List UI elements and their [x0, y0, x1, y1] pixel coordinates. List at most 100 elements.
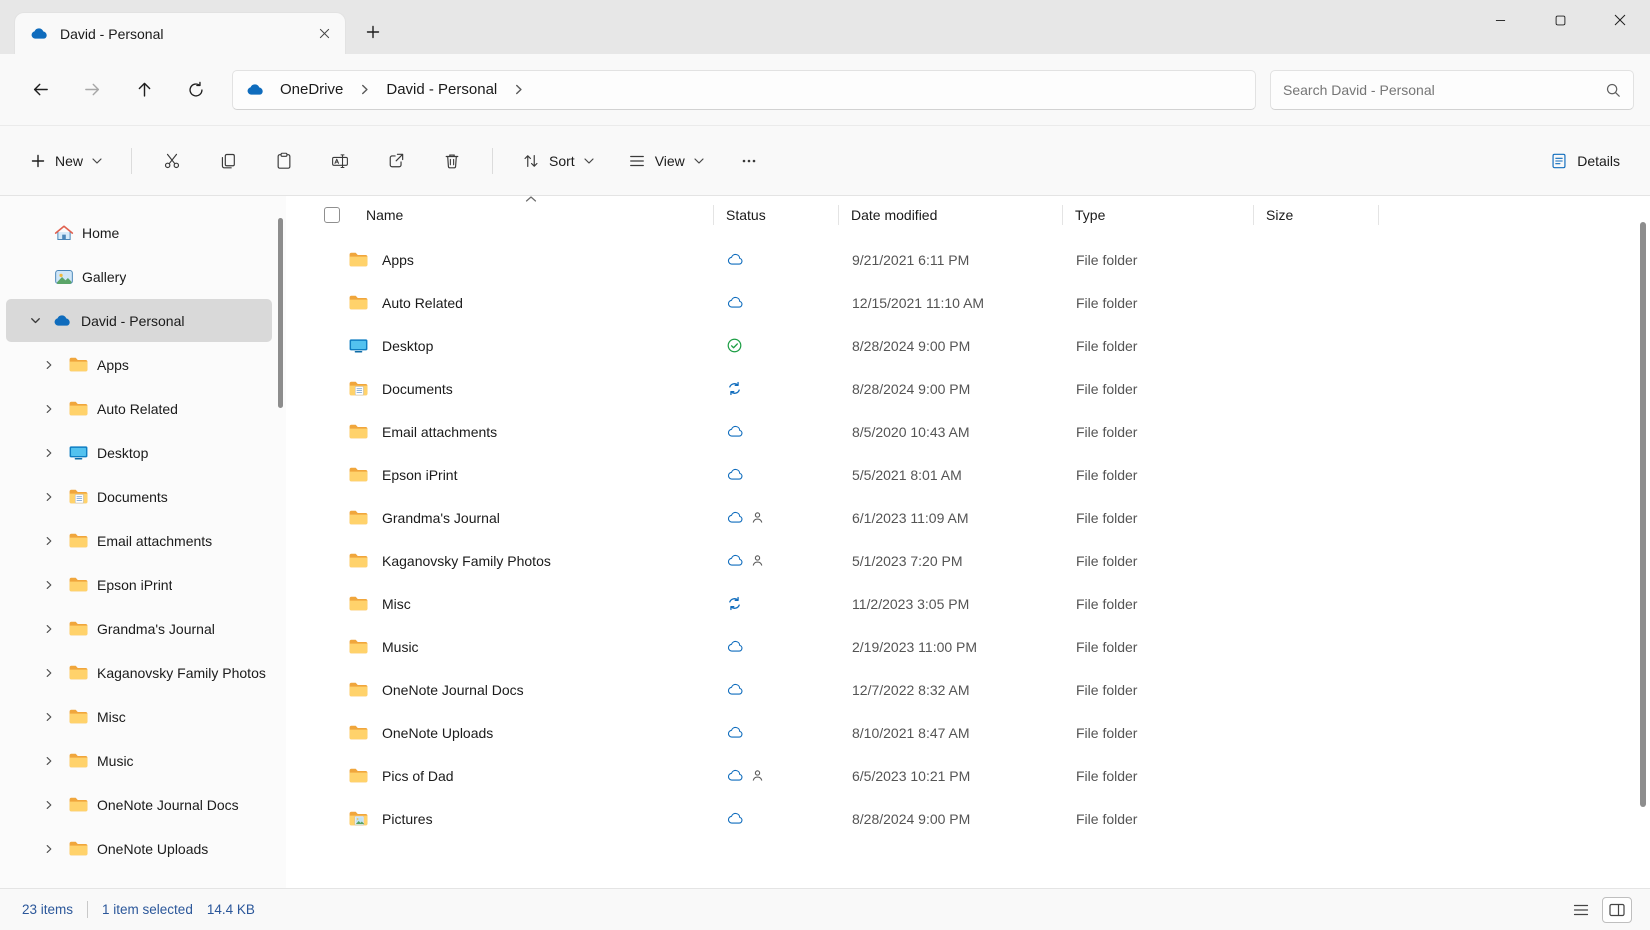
file-row-music[interactable]: Music 2/19/2023 11:00 PM File folder — [322, 625, 1650, 668]
vertical-scrollbar[interactable] — [1640, 222, 1646, 807]
up-button[interactable] — [122, 71, 166, 109]
folder-icon — [68, 356, 89, 373]
folder-icon — [348, 509, 369, 526]
folder-icon — [348, 724, 369, 741]
chevron-right-icon[interactable] — [38, 490, 60, 504]
file-row-apps[interactable]: Apps 9/21/2021 6:11 PM File folder — [322, 238, 1650, 281]
file-row-misc[interactable]: Misc 11/2/2023 3:05 PM File folder — [322, 582, 1650, 625]
file-status-cell — [714, 511, 839, 524]
sidebar-item-desktop[interactable]: Desktop — [6, 431, 272, 474]
sidebar-item-onenote-uploads[interactable]: OneNote Uploads — [6, 827, 272, 870]
file-name-cell: Music — [348, 638, 714, 655]
minimize-button[interactable] — [1470, 0, 1530, 40]
chevron-right-icon[interactable] — [38, 534, 60, 548]
chevron-right-icon[interactable] — [38, 402, 60, 416]
new-button[interactable]: New — [18, 141, 114, 181]
file-row-pics-of-dad[interactable]: Pics of Dad 6/5/2023 10:21 PM File folder — [322, 754, 1650, 797]
sidebar-item-onenote-journal-docs[interactable]: OneNote Journal Docs — [6, 783, 272, 826]
sidebar-item-email-attachments[interactable]: Email attachments — [6, 519, 272, 562]
sidebar-item-david-personal[interactable]: David - Personal — [6, 299, 272, 342]
back-button[interactable] — [18, 71, 62, 109]
column-header-date-modified[interactable]: Date modified — [839, 198, 1063, 232]
chevron-right-icon[interactable] — [38, 622, 60, 636]
share-button[interactable] — [373, 141, 419, 181]
sort-button[interactable]: Sort — [510, 141, 606, 181]
sidebar-item-auto-related[interactable]: Auto Related — [6, 387, 272, 430]
sidebar-item-gallery[interactable]: Gallery — [6, 255, 272, 298]
chevron-right-icon[interactable] — [38, 710, 60, 724]
chevron-right-icon[interactable] — [38, 754, 60, 768]
sidebar-scrollbar[interactable] — [278, 218, 283, 408]
select-all-checkbox[interactable] — [322, 198, 348, 232]
file-row-auto-related[interactable]: Auto Related 12/15/2021 11:10 AM File fold… — [322, 281, 1650, 324]
file-date-cell: 5/5/2021 8:01 AM — [852, 466, 962, 483]
cloud-icon — [727, 640, 744, 653]
toolbar-divider — [131, 147, 133, 174]
chevron-right-icon[interactable] — [38, 842, 60, 856]
file-row-kaganovsky-family-photos[interactable]: Kaganovsky Family Photos 5/1/2023 7:20 PM… — [322, 539, 1650, 582]
breadcrumb-onedrive[interactable]: OneDrive — [272, 77, 351, 102]
chevron-right-icon[interactable] — [38, 446, 60, 460]
more-options-button[interactable] — [726, 141, 772, 181]
delete-button[interactable] — [429, 141, 475, 181]
file-row-documents[interactable]: Documents 8/28/2024 9:00 PM File folder — [322, 367, 1650, 410]
list-view-toggle-button[interactable] — [1566, 897, 1596, 923]
column-header-name[interactable]: Name — [348, 196, 714, 232]
file-date-cell: 11/2/2023 3:05 PM — [852, 595, 970, 612]
file-row-epson-iprint[interactable]: Epson iPrint 5/5/2021 8:01 AM File folder — [322, 453, 1650, 496]
column-header-status[interactable]: Status — [714, 198, 839, 232]
search-input[interactable] — [1283, 81, 1597, 98]
tab-david-personal[interactable]: David - Personal — [14, 12, 346, 54]
new-tab-button[interactable] — [356, 15, 390, 49]
sidebar-item-misc[interactable]: Misc — [6, 695, 272, 738]
details-button[interactable]: Details — [1538, 141, 1632, 181]
copy-button[interactable] — [205, 141, 251, 181]
file-type-cell: File folder — [1076, 509, 1138, 526]
cloud-icon — [727, 296, 744, 309]
sidebar-item-kaganovsky-family-photos[interactable]: Kaganovsky Family Photos — [6, 651, 272, 694]
sidebar-item-apps[interactable]: Apps — [6, 343, 272, 386]
close-button[interactable] — [1590, 0, 1650, 40]
refresh-button[interactable] — [174, 71, 218, 109]
forward-button[interactable] — [70, 71, 114, 109]
chevron-right-icon[interactable] — [38, 358, 60, 372]
sidebar-item-grandma-s-journal[interactable]: Grandma's Journal — [6, 607, 272, 650]
view-button[interactable]: View — [616, 141, 716, 181]
rename-button[interactable] — [317, 141, 363, 181]
details-pane-toggle-button[interactable] — [1602, 896, 1632, 923]
paste-button[interactable] — [261, 141, 307, 181]
file-status-cell — [714, 596, 839, 611]
breadcrumb-david-personal[interactable]: David - Personal — [378, 77, 505, 102]
address-bar[interactable]: OneDrive David - Personal — [232, 69, 1256, 110]
chevron-right-icon[interactable] — [38, 798, 60, 812]
file-name-label: Apps — [382, 251, 414, 268]
chevron-right-icon[interactable] — [38, 666, 60, 680]
sidebar-item-home[interactable]: Home — [6, 211, 272, 254]
file-row-grandma-s-journal[interactable]: Grandma's Journal 6/1/2023 11:09 AM File f… — [322, 496, 1650, 539]
file-row-desktop[interactable]: Desktop 8/28/2024 9:00 PM File folder — [322, 324, 1650, 367]
sidebar-item-documents[interactable]: Documents — [6, 475, 272, 518]
close-icon — [1614, 14, 1626, 26]
chevron-right-icon[interactable] — [511, 84, 526, 95]
chevron-right-icon[interactable] — [38, 578, 60, 592]
chevron-down-icon[interactable] — [24, 314, 46, 328]
file-row-onenote-uploads[interactable]: OneNote Uploads 8/10/2021 8:47 AM File fol… — [322, 711, 1650, 754]
tab-close-button[interactable] — [311, 21, 337, 47]
sidebar-item-epson-iprint[interactable]: Epson iPrint — [6, 563, 272, 606]
file-name-label: Documents — [382, 380, 453, 397]
view-icon — [628, 152, 646, 170]
file-row-pictures[interactable]: Pictures 8/28/2024 9:00 PM File folder — [322, 797, 1650, 840]
maximize-button[interactable] — [1530, 0, 1590, 40]
column-header-type[interactable]: Type — [1063, 198, 1254, 232]
file-status-cell — [714, 338, 839, 353]
file-type-cell: File folder — [1076, 294, 1138, 311]
search-icon[interactable] — [1605, 82, 1621, 98]
cut-button[interactable] — [149, 141, 195, 181]
file-row-email-attachments[interactable]: Email attachments 8/5/2020 10:43 AM File f… — [322, 410, 1650, 453]
cloud-icon — [727, 253, 744, 266]
sidebar-item-label: Music — [97, 752, 134, 769]
column-header-size[interactable]: Size — [1254, 198, 1379, 232]
chevron-right-icon[interactable] — [357, 84, 372, 95]
file-row-onenote-journal-docs[interactable]: OneNote Journal Docs 12/7/2022 8:32 AM Fil… — [322, 668, 1650, 711]
sidebar-item-music[interactable]: Music — [6, 739, 272, 782]
